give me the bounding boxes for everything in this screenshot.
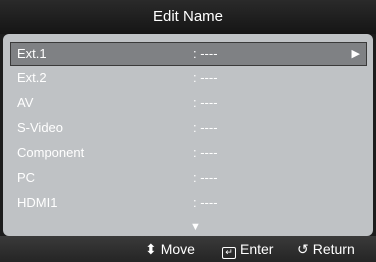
return-hint: ↺ Return bbox=[297, 236, 355, 262]
item-value: : ---- bbox=[193, 195, 218, 210]
item-name: Component bbox=[17, 145, 85, 160]
item-value: : ---- bbox=[193, 145, 218, 160]
page-title: Edit Name bbox=[0, 0, 376, 34]
return-label: Return bbox=[312, 241, 355, 257]
enter-label: Enter bbox=[240, 241, 274, 257]
item-value: : ---- bbox=[193, 120, 218, 135]
move-hint: ⬍ Move bbox=[145, 236, 195, 262]
move-label: Move bbox=[160, 241, 195, 257]
right-triangle-icon: ▶ bbox=[351, 48, 360, 60]
item-name: Ext.1 bbox=[17, 46, 47, 61]
input-list: Ext.1 : ---- ▶ Ext.2 : ---- AV : ---- S-… bbox=[3, 34, 373, 236]
footer-hints: ⬍ Move ↵ Enter ↺ Return bbox=[0, 236, 376, 262]
list-item-hdmi1[interactable]: HDMI1 : ---- bbox=[11, 192, 364, 214]
list-item-component[interactable]: Component : ---- bbox=[11, 142, 364, 164]
osd-window: Edit Name Ext.1 : ---- ▶ Ext.2 : ---- AV… bbox=[0, 0, 376, 262]
list-item-ext2[interactable]: Ext.2 : ---- bbox=[11, 67, 364, 89]
return-icon: ↺ bbox=[297, 241, 309, 257]
up-down-arrow-icon: ⬍ bbox=[145, 241, 157, 257]
menu-panel: Ext.1 : ---- ▶ Ext.2 : ---- AV : ---- S-… bbox=[3, 34, 373, 236]
item-value: : ---- bbox=[193, 170, 218, 185]
list-item-ext1[interactable]: Ext.1 : ---- ▶ bbox=[10, 42, 367, 66]
item-name: PC bbox=[17, 170, 36, 185]
enter-hint: ↵ Enter bbox=[222, 236, 273, 262]
item-name: S-Video bbox=[17, 120, 64, 135]
item-name: Ext.2 bbox=[17, 70, 47, 85]
item-name: AV bbox=[17, 95, 34, 110]
list-item-av[interactable]: AV : ---- bbox=[11, 92, 364, 114]
item-name: HDMI1 bbox=[17, 195, 58, 210]
list-item-s-video[interactable]: S-Video : ---- bbox=[11, 117, 364, 139]
down-triangle-icon[interactable]: ▼ bbox=[190, 221, 201, 233]
item-value: : ---- bbox=[193, 46, 218, 61]
enter-icon: ↵ bbox=[222, 236, 236, 262]
list-item-pc[interactable]: PC : ---- bbox=[11, 167, 364, 189]
item-value: : ---- bbox=[193, 70, 218, 85]
item-value: : ---- bbox=[193, 95, 218, 110]
